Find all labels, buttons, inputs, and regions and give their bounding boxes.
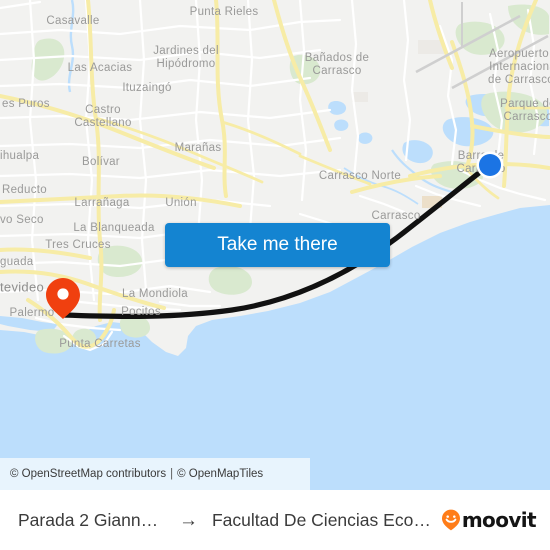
map-label: Aeropuerto	[489, 48, 549, 60]
map-label: Carrasco Norte	[319, 170, 401, 182]
attribution-osm[interactable]: © OpenStreetMap contributors	[10, 468, 166, 480]
map-label: Punta Rieles	[190, 6, 259, 18]
map-label: Marañas	[175, 142, 222, 154]
map-label: Unión	[165, 197, 197, 209]
map-label: La Mondiola	[122, 288, 188, 300]
map-label: Casavalle	[46, 15, 99, 27]
moovit-pin-smile-icon	[441, 509, 460, 531]
map-label: Castro	[85, 104, 121, 116]
map-label: vo Seco	[0, 214, 44, 226]
arrow-right-icon: →	[178, 509, 198, 531]
map-label: Tres Cruces	[45, 239, 111, 251]
map-label: Internacional	[489, 61, 550, 73]
map-label: Castellano	[74, 117, 131, 129]
map-label: Punta Carretas	[59, 338, 141, 350]
map-label: tevideo	[0, 279, 44, 294]
map-water-pond-b	[334, 119, 349, 131]
moovit-wordmark: moovit	[461, 508, 537, 532]
trip-summary-bar: Parada 2 Giannatt... → Facultad De Cienc…	[0, 490, 550, 550]
attribution-maptiles[interactable]: © OpenMapTiles	[177, 468, 263, 480]
map-attribution: © OpenStreetMap contributors | © OpenMap…	[0, 458, 310, 490]
moovit-trip-map-screen: Casavalle Punta Rieles Jardines del Hipó…	[0, 0, 550, 550]
map-label: Hipódromo	[157, 58, 216, 70]
map-label: Ituzaingó	[122, 82, 171, 94]
trip-destination-label: Facultad De Ciencias Econó...	[211, 509, 433, 530]
map-label: Reducto	[2, 184, 47, 196]
map-label: Carrasco	[312, 65, 361, 77]
map-label: Parque de	[500, 98, 550, 110]
moovit-logo[interactable]: moovit	[441, 508, 537, 532]
origin-marker[interactable]	[476, 151, 504, 179]
map-label: de Carrasco	[488, 74, 550, 86]
map-label: ihualpa	[0, 150, 39, 162]
map-label: Bolívar	[82, 156, 120, 168]
map-label: guada	[0, 256, 34, 268]
trip-origin-label: Parada 2 Giannatt...	[18, 509, 165, 530]
map-block-a	[418, 40, 444, 54]
map-label: es Puros	[2, 98, 50, 110]
map-label: Palermo	[10, 307, 55, 319]
attribution-separator: |	[170, 468, 174, 480]
trip-endpoints: Parada 2 Giannatt... → Facultad De Cienc…	[18, 510, 433, 531]
map-label: Carrasco	[503, 111, 550, 123]
map-label: Larrañaga	[74, 197, 129, 209]
map-label: Carrasco	[371, 210, 420, 222]
map-label: Jardines del	[153, 45, 219, 57]
map-water-pond-c	[358, 132, 373, 144]
map-label: La Blanqueada	[73, 222, 155, 234]
map-label: Bañados de	[305, 52, 369, 64]
map-label: Pocitos	[121, 306, 161, 318]
take-me-there-button[interactable]: Take me there	[165, 223, 390, 267]
map-label: Las Acacias	[68, 62, 133, 74]
